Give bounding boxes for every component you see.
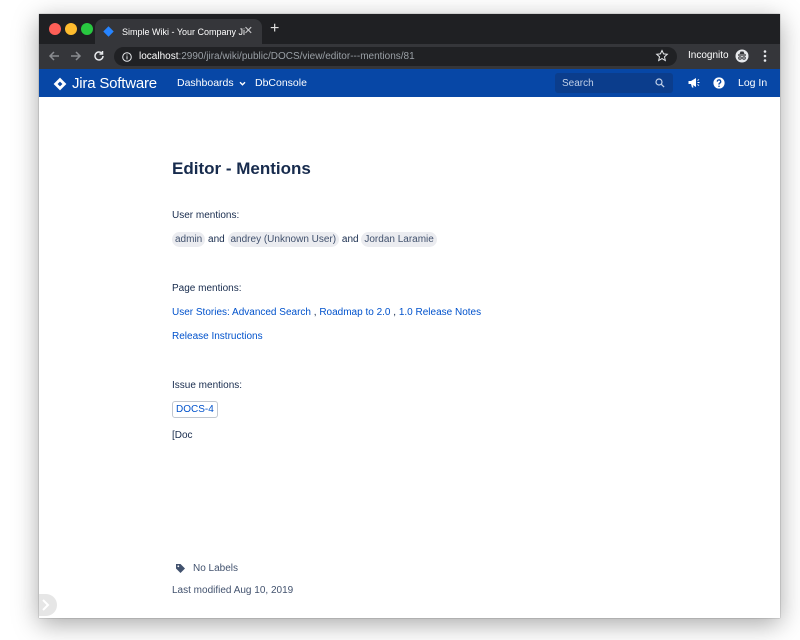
tag-icon: [176, 564, 185, 573]
labels-text: No Labels: [193, 563, 239, 574]
forward-arrow-icon[interactable]: [67, 47, 85, 65]
incognito-icon[interactable]: [735, 49, 749, 63]
help-icon[interactable]: [713, 77, 725, 89]
url-path: :2990/jira/wiki/public/DOCS/view/editor-…: [178, 51, 415, 62]
reload-icon[interactable]: [90, 47, 108, 65]
issue-mentions-label: Issue mentions:: [172, 380, 243, 391]
page-link-release-instructions[interactable]: Release Instructions: [172, 331, 263, 342]
user-mention-jordan[interactable]: Jordan Laramie: [361, 232, 437, 247]
back-arrow-icon[interactable]: [45, 47, 63, 65]
info-icon[interactable]: [122, 51, 132, 62]
page-mentions-label: Page mentions:: [172, 283, 242, 294]
page-link-user-stories[interactable]: User Stories: Advanced Search: [172, 307, 311, 318]
search-placeholder: Search: [562, 77, 594, 89]
last-modified: Last modified Aug 10, 2019: [172, 585, 294, 596]
comma-separator: ,: [313, 307, 317, 318]
nav-dashboards-label: Dashboards: [177, 77, 234, 89]
jira-header: Jira Software Dashboards DbConsole Searc…: [39, 69, 780, 97]
browser-window: Simple Wiki - Your Company Ji ✕ + localh…: [39, 14, 780, 618]
sidebar-expand-icon[interactable]: [39, 594, 57, 616]
address-bar[interactable]: localhost:2990/jira/wiki/public/DOCS/vie…: [114, 47, 677, 66]
maximize-window-button[interactable]: [81, 23, 93, 35]
browser-menu-icon[interactable]: [759, 48, 771, 64]
search-input[interactable]: Search: [555, 73, 673, 93]
issue-mentions-line: DOCS-4: [172, 401, 218, 418]
megaphone-icon[interactable]: [687, 76, 700, 89]
and-text: and: [208, 234, 225, 245]
stray-text: [Doc: [172, 430, 193, 441]
and-text: and: [341, 234, 359, 245]
comma-separator: ,: [393, 307, 397, 318]
browser-tab[interactable]: Simple Wiki - Your Company Ji ✕: [95, 19, 262, 44]
browser-toolbar: localhost:2990/jira/wiki/public/DOCS/vie…: [39, 44, 780, 69]
bookmark-star-icon[interactable]: [655, 49, 669, 63]
user-mentions-label: User mentions:: [172, 210, 240, 221]
tab-title: Simple Wiki - Your Company Ji: [122, 26, 246, 37]
nav-dashboards[interactable]: Dashboards: [177, 77, 247, 89]
incognito-label: Incognito: [688, 50, 729, 61]
jira-favicon-icon: [103, 26, 114, 37]
minimize-window-button[interactable]: [65, 23, 77, 35]
user-mention-andrey[interactable]: andrey (Unknown User): [227, 232, 340, 247]
tab-strip: Simple Wiki - Your Company Ji ✕ +: [39, 14, 780, 44]
issue-link-docs-4[interactable]: DOCS-4: [172, 401, 218, 418]
logo-text: Jira Software: [72, 75, 157, 92]
login-link[interactable]: Log In: [738, 77, 767, 89]
chevron-down-icon: [239, 81, 246, 86]
labels-section: No Labels: [175, 563, 238, 574]
url-host: localhost: [139, 51, 179, 62]
url-text: localhost:2990/jira/wiki/public/DOCS/vie…: [139, 51, 415, 62]
user-mentions-line: admin and andrey (Unknown User) and Jord…: [172, 232, 437, 247]
page-title: Editor - Mentions: [172, 159, 311, 178]
search-icon: [655, 78, 665, 88]
nav-dbconsole[interactable]: DbConsole: [255, 77, 307, 89]
jira-logo-icon: [53, 77, 67, 90]
page-link-roadmap[interactable]: Roadmap to 2.0: [319, 307, 390, 318]
tab-close-icon[interactable]: ✕: [244, 24, 253, 38]
page-mentions-line-2: Release Instructions: [172, 331, 263, 342]
new-tab-icon[interactable]: +: [270, 20, 279, 38]
close-window-button[interactable]: [49, 23, 61, 35]
user-mention-admin[interactable]: admin: [172, 232, 206, 247]
page-link-release-notes[interactable]: 1.0 Release Notes: [399, 307, 481, 318]
jira-logo[interactable]: Jira Software: [53, 75, 157, 92]
page-mentions-line: User Stories: Advanced Search , Roadmap …: [172, 307, 481, 318]
